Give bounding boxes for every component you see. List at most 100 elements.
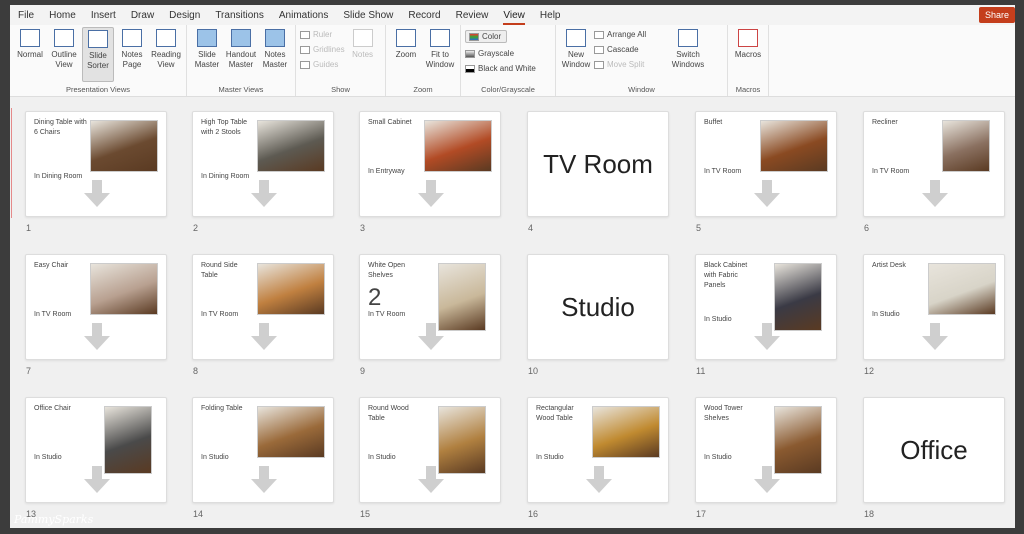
slide-thumbnail[interactable]: High Top Table with 2 Stools In Dining Ro… xyxy=(192,111,334,217)
menu-record[interactable]: Record xyxy=(408,10,440,21)
furniture-photo xyxy=(104,406,152,474)
slide-location: In TV Room xyxy=(34,311,72,318)
cascade-button[interactable]: Cascade xyxy=(594,45,664,54)
black-and-white-button[interactable]: Black and White xyxy=(465,64,536,73)
selection-indicator xyxy=(11,108,12,218)
color-button[interactable]: Color xyxy=(465,30,507,43)
down-arrow-icon xyxy=(84,466,110,494)
slide-thumbnail[interactable]: Studio xyxy=(527,254,669,360)
guides-label: Guides xyxy=(313,60,339,69)
slide-thumbnail[interactable]: Small Cabinet In Entryway xyxy=(359,111,501,217)
ruler-label: Ruler xyxy=(313,30,333,39)
arrange-all-icon xyxy=(594,30,604,39)
furniture-photo xyxy=(438,406,486,474)
slide-thumbnail[interactable]: Buffet In TV Room xyxy=(695,111,837,217)
ruler-checkbox[interactable]: Ruler xyxy=(300,30,345,39)
slide-thumbnail[interactable]: White Open Shelves 2 In TV Room xyxy=(359,254,501,360)
slide-thumbnail[interactable]: Folding Table In Studio xyxy=(192,397,334,503)
slide-title: Office Chair xyxy=(34,405,71,412)
furniture-photo xyxy=(774,263,822,331)
menu-transitions[interactable]: Transitions xyxy=(215,10,264,21)
switch-windows-icon xyxy=(678,29,698,47)
handout-master-button[interactable]: Handout Master xyxy=(225,27,257,82)
slide-thumbnail[interactable]: TV Room xyxy=(527,111,669,217)
slide-title: Buffet xyxy=(704,119,723,126)
down-arrow-icon xyxy=(418,180,444,208)
button-label: Slide Master xyxy=(194,50,220,69)
guides-icon xyxy=(300,60,310,69)
slide-number: 11 xyxy=(696,366,706,376)
move-split-icon xyxy=(594,60,604,69)
fit-to-window-button[interactable]: Fit to Window xyxy=(424,27,456,82)
button-label: Normal xyxy=(17,50,43,59)
move-split-checkbox[interactable]: Move Split xyxy=(594,60,664,69)
furniture-photo xyxy=(438,263,486,331)
notes-page-button[interactable]: Notes Page xyxy=(116,27,148,82)
slide-master-button[interactable]: Slide Master xyxy=(191,27,223,82)
slide-title-text: TV Room xyxy=(543,148,653,179)
slide-thumbnail[interactable]: Recliner In TV Room xyxy=(863,111,1005,217)
slide-thumbnail[interactable]: Office xyxy=(863,397,1005,503)
slide-title: White Open Shelves xyxy=(368,262,405,279)
notes-master-button[interactable]: Notes Master xyxy=(259,27,291,82)
down-arrow-icon xyxy=(754,180,780,208)
group-show: Ruler Gridlines Guides Notes Show xyxy=(296,25,386,96)
group-zoom: Zoom Fit to Window Zoom xyxy=(386,25,461,96)
menu-animations[interactable]: Animations xyxy=(279,10,328,21)
slide-location: In Studio xyxy=(368,454,396,461)
slide-sorter-button[interactable]: Slide Sorter xyxy=(82,27,114,82)
slide-thumbnail[interactable]: Rectangular Wood Table In Studio xyxy=(527,397,669,503)
button-label: Notes Page xyxy=(121,50,143,69)
slide-number: 2 xyxy=(193,223,199,233)
furniture-photo xyxy=(760,120,828,172)
slide-thumbnail[interactable]: Wood Tower Shelves In Studio xyxy=(695,397,837,503)
slide-location: In Studio xyxy=(704,316,732,323)
notes-icon xyxy=(352,29,373,47)
outline-view-icon xyxy=(54,29,74,47)
menu-home[interactable]: Home xyxy=(49,10,76,21)
arrange-all-button[interactable]: Arrange All xyxy=(594,30,664,39)
gridlines-checkbox[interactable]: Gridlines xyxy=(300,45,345,54)
group-label: Presentation Views xyxy=(65,85,131,94)
slide-number: 17 xyxy=(696,509,707,519)
switch-windows-button[interactable]: Switch Windows xyxy=(666,27,710,82)
button-label: Reading View xyxy=(151,50,181,69)
cascade-label: Cascade xyxy=(607,45,639,54)
button-label: Zoom xyxy=(395,50,417,59)
slide-number: 5 xyxy=(696,223,702,233)
outline-view-button[interactable]: Outline View xyxy=(48,27,80,82)
slide-thumbnail[interactable]: Artist Desk In Studio xyxy=(863,254,1005,360)
slide-thumbnail[interactable]: Round Wood Table In Studio xyxy=(359,397,501,503)
slide-thumbnail[interactable]: Office Chair In Studio xyxy=(25,397,167,503)
menu-view[interactable]: View xyxy=(503,10,525,25)
slide-thumbnail[interactable]: Easy Chair In TV Room xyxy=(25,254,167,360)
grayscale-button[interactable]: Grayscale xyxy=(465,49,536,58)
slide-title: Rectangular Wood Table xyxy=(536,405,574,422)
slide-thumbnail[interactable]: Dining Table with 6 Chairs In Dining Room xyxy=(25,111,167,217)
menu-review[interactable]: Review xyxy=(456,10,489,21)
grayscale-label: Grayscale xyxy=(478,49,515,58)
menu-draw[interactable]: Draw xyxy=(131,10,154,21)
macros-button[interactable]: Macros xyxy=(732,27,764,82)
slide-title: Folding Table xyxy=(201,405,243,412)
down-arrow-icon xyxy=(251,466,277,494)
normal-button[interactable]: Normal xyxy=(14,27,46,82)
menu-insert[interactable]: Insert xyxy=(91,10,116,21)
guides-checkbox[interactable]: Guides xyxy=(300,60,345,69)
new-window-button[interactable]: New Window xyxy=(560,27,592,82)
furniture-photo xyxy=(942,120,990,172)
menu-design[interactable]: Design xyxy=(169,10,200,21)
slide-thumbnail[interactable]: Black Cabinet with Fabric Panels In Studi… xyxy=(695,254,837,360)
slide-thumbnail[interactable]: Round Side Table In TV Room xyxy=(192,254,334,360)
button-label: Handout Master xyxy=(225,50,257,69)
menu-help[interactable]: Help xyxy=(540,10,561,21)
menu-slide-show[interactable]: Slide Show xyxy=(343,10,393,21)
share-button[interactable]: Share xyxy=(978,7,1015,23)
reading-view-button[interactable]: Reading View xyxy=(150,27,182,82)
slide-number: 8 xyxy=(193,366,199,376)
zoom-button[interactable]: Zoom xyxy=(390,27,422,82)
slide-sorter-pane: Dining Table with 6 Chairs In Dining Room… xyxy=(10,98,1015,528)
slide-number: 6 xyxy=(864,223,870,233)
menu-file[interactable]: File xyxy=(18,10,34,21)
group-macros: Macros Macros xyxy=(728,25,769,96)
